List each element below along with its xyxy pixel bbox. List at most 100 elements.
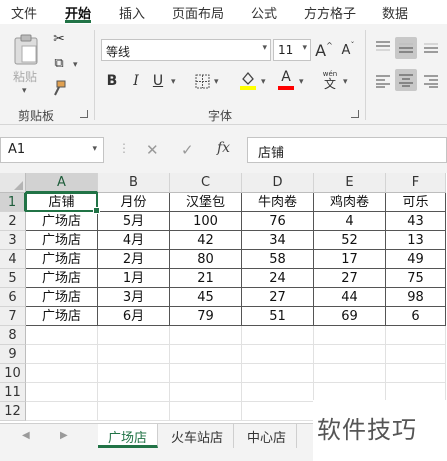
row-header-9[interactable]: 9 <box>0 345 26 364</box>
clipboard-launcher-icon[interactable] <box>80 110 88 118</box>
cell-c8[interactable] <box>170 326 242 345</box>
cell-f2[interactable]: 43 <box>386 212 446 231</box>
cell-a2[interactable]: 广场店 <box>26 212 98 231</box>
cell-e8[interactable] <box>314 326 386 345</box>
cell-a8[interactable] <box>26 326 98 345</box>
cell-f9[interactable] <box>386 345 446 364</box>
copy-dropdown[interactable]: ▾ <box>73 60 78 70</box>
font-color-dropdown[interactable]: ▾ <box>299 77 304 87</box>
tab-insert[interactable]: 插入 <box>119 3 145 22</box>
font-size-combo[interactable]: 11 ▾ <box>273 39 311 61</box>
cell-b1[interactable]: 月份 <box>98 193 170 212</box>
cell-d10[interactable] <box>242 364 314 383</box>
column-header-a[interactable]: A <box>26 173 98 193</box>
cell-d1[interactable]: 牛肉卷 <box>242 193 314 212</box>
cell-e5[interactable]: 27 <box>314 269 386 288</box>
font-color-button[interactable]: A <box>277 69 295 91</box>
cell-d11[interactable] <box>242 383 314 402</box>
sheet-next-icon[interactable]: ▶ <box>60 430 68 441</box>
column-header-b[interactable]: B <box>98 173 170 193</box>
cell-c7[interactable]: 79 <box>170 307 242 326</box>
cell-f8[interactable] <box>386 326 446 345</box>
cell-a5[interactable]: 广场店 <box>26 269 98 288</box>
cell-a11[interactable] <box>26 383 98 402</box>
cell-f1[interactable]: 可乐 <box>386 193 446 212</box>
cell-f10[interactable] <box>386 364 446 383</box>
cell-b5[interactable]: 1月 <box>98 269 170 288</box>
cell-e6[interactable]: 44 <box>314 288 386 307</box>
cell-b8[interactable] <box>98 326 170 345</box>
underline-dropdown[interactable]: ▾ <box>171 77 176 87</box>
cell-f4[interactable]: 49 <box>386 250 446 269</box>
cut-button[interactable]: ✂ <box>50 30 68 48</box>
sheet-tab-guangchang[interactable]: 广场店 <box>98 424 159 448</box>
align-bottom-button[interactable] <box>421 37 441 57</box>
cell-e1[interactable]: 鸡肉卷 <box>314 193 386 212</box>
cell-e2[interactable]: 4 <box>314 212 386 231</box>
shrink-font-button[interactable]: Aˇ <box>339 39 357 61</box>
row-header-8[interactable]: 8 <box>0 326 26 345</box>
align-top-button[interactable] <box>373 37 393 57</box>
font-launcher-icon[interactable] <box>351 110 359 118</box>
select-all-corner[interactable] <box>0 173 26 193</box>
cell-a7[interactable]: 广场店 <box>26 307 98 326</box>
cell-a3[interactable]: 广场店 <box>26 231 98 250</box>
spreadsheet-grid[interactable]: A B C D E F 1 店铺 月份 汉堡包 牛肉卷 鸡肉卷 可乐 2 广场店 5月 100 76 4 43 3 广场店… <box>0 173 447 423</box>
column-header-f[interactable]: F <box>386 173 446 193</box>
sheet-tab-zhongxin[interactable]: 中心店 <box>237 424 298 448</box>
cell-e10[interactable] <box>314 364 386 383</box>
copy-button[interactable]: ⧉ <box>50 54 68 72</box>
paste-dropdown[interactable]: ▾ <box>22 86 27 96</box>
confirm-icon[interactable]: ✓ <box>181 141 194 159</box>
cell-b9[interactable] <box>98 345 170 364</box>
paste-button[interactable] <box>10 32 42 68</box>
phonetic-dropdown[interactable]: ▾ <box>343 77 348 87</box>
cell-d7[interactable]: 51 <box>242 307 314 326</box>
cell-b6[interactable]: 3月 <box>98 288 170 307</box>
tab-formulas[interactable]: 公式 <box>251 3 277 22</box>
cell-d9[interactable] <box>242 345 314 364</box>
cell-a1[interactable]: 店铺 <box>26 193 98 212</box>
borders-button[interactable] <box>193 71 211 91</box>
row-header-5[interactable]: 5 <box>0 269 26 288</box>
bold-button[interactable]: B <box>103 71 121 91</box>
cancel-icon[interactable]: ✕ <box>146 141 159 159</box>
font-name-combo[interactable]: 等线 ▾ <box>101 39 271 61</box>
cell-b12[interactable] <box>98 402 170 421</box>
cell-e7[interactable]: 69 <box>314 307 386 326</box>
drag-handle-icon[interactable]: ⋮ <box>118 141 130 155</box>
cell-c4[interactable]: 80 <box>170 250 242 269</box>
align-center-button[interactable] <box>395 69 417 91</box>
column-header-e[interactable]: E <box>314 173 386 193</box>
cell-c5[interactable]: 21 <box>170 269 242 288</box>
cell-c12[interactable] <box>170 402 242 421</box>
tab-data[interactable]: 数据 <box>382 3 408 22</box>
column-header-d[interactable]: D <box>242 173 314 193</box>
cell-c1[interactable]: 汉堡包 <box>170 193 242 212</box>
row-header-3[interactable]: 3 <box>0 231 26 250</box>
cell-a9[interactable] <box>26 345 98 364</box>
cell-a12[interactable] <box>26 402 98 421</box>
format-painter-button[interactable] <box>50 79 68 97</box>
fill-color-button[interactable] <box>238 69 258 91</box>
align-right-button[interactable] <box>421 71 441 91</box>
row-header-2[interactable]: 2 <box>0 212 26 231</box>
grow-font-button[interactable]: A ^ <box>315 39 333 61</box>
italic-button[interactable]: I <box>127 71 145 91</box>
tab-page-layout[interactable]: 页面布局 <box>172 3 224 22</box>
cell-f5[interactable]: 75 <box>386 269 446 288</box>
cell-e3[interactable]: 52 <box>314 231 386 250</box>
cell-d12[interactable] <box>242 402 314 421</box>
row-header-4[interactable]: 4 <box>0 250 26 269</box>
phonetic-guide-button[interactable]: wén 文 <box>319 69 341 91</box>
align-left-button[interactable] <box>373 71 393 91</box>
borders-dropdown[interactable]: ▾ <box>214 77 219 87</box>
cell-b4[interactable]: 2月 <box>98 250 170 269</box>
cell-f3[interactable]: 13 <box>386 231 446 250</box>
row-header-1[interactable]: 1 <box>0 193 26 212</box>
cell-c3[interactable]: 42 <box>170 231 242 250</box>
cell-e4[interactable]: 17 <box>314 250 386 269</box>
cell-a4[interactable]: 广场店 <box>26 250 98 269</box>
tab-file[interactable]: 文件 <box>11 3 37 22</box>
cell-c10[interactable] <box>170 364 242 383</box>
